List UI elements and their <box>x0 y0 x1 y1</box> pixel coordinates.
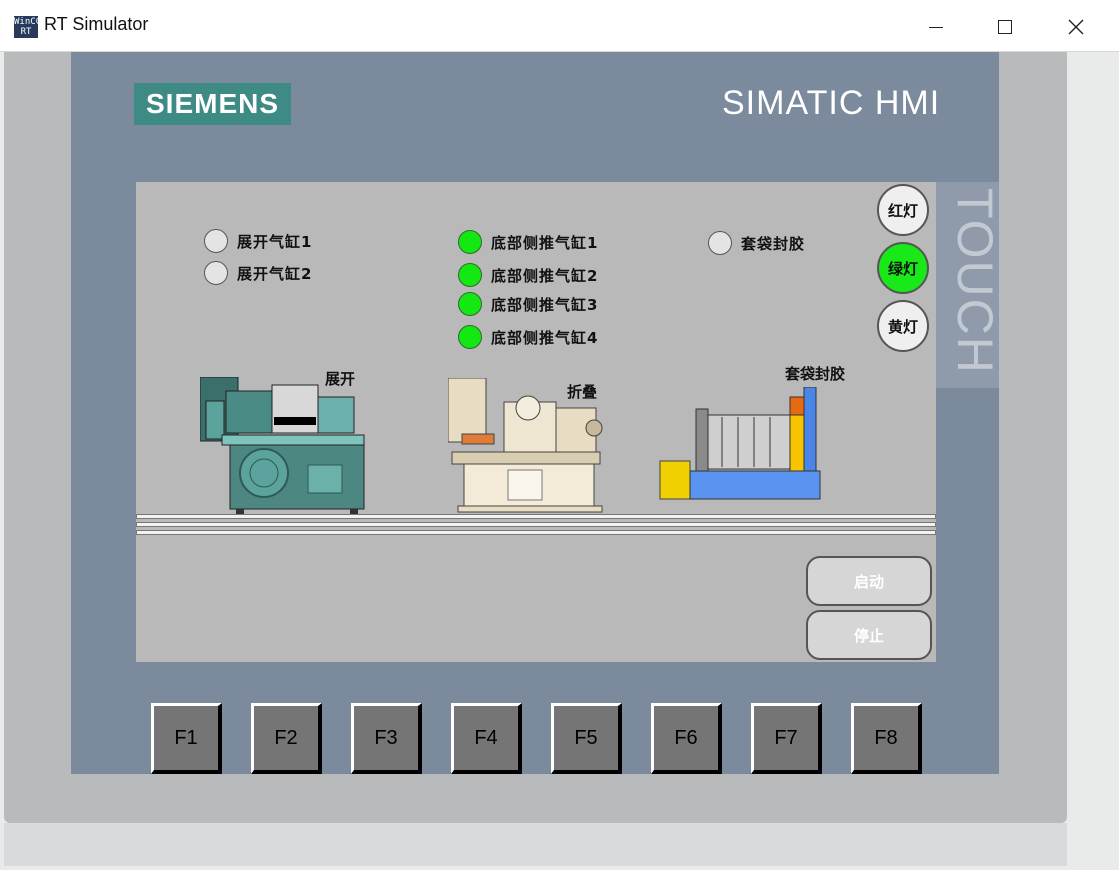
indicator-bottom-push-cylinder-2: 底部侧推气缸2 <box>458 263 598 287</box>
f7-key[interactable]: F7 <box>751 703 822 774</box>
status-lamp <box>458 325 482 349</box>
maximize-button[interactable] <box>985 12 1025 42</box>
conveyor-rail <box>136 522 936 527</box>
status-lamp <box>458 263 482 287</box>
indicator-label: 底部侧推气缸3 <box>491 295 599 314</box>
simatic-hmi-label: SIMATIC HMI <box>722 84 941 122</box>
indicator-bottom-push-cylinder-1: 底部侧推气缸1 <box>458 230 598 254</box>
minimize-icon <box>929 26 943 28</box>
indicator-bag-seal: 套袋封胶 <box>708 231 805 255</box>
bag-seal-machine-graphic <box>659 387 821 500</box>
status-lamp <box>204 229 228 253</box>
indicator-label: 套袋封胶 <box>741 234 806 253</box>
red-light-button[interactable]: 红灯 <box>877 184 929 236</box>
indicator-label: 底部侧推气缸2 <box>491 266 599 285</box>
f4-key[interactable]: F4 <box>451 703 522 774</box>
minimize-button[interactable] <box>916 12 956 42</box>
close-icon <box>1068 19 1084 35</box>
f2-key[interactable]: F2 <box>251 703 322 774</box>
status-lamp <box>458 292 482 316</box>
touch-label: TOUCH <box>947 188 999 375</box>
siemens-logo: SIEMENS <box>134 83 291 125</box>
fold-machine-graphic <box>448 378 603 513</box>
window-titlebar: WinCC RT RT Simulator <box>0 0 1119 52</box>
f3-key[interactable]: F3 <box>351 703 422 774</box>
wincc-app-icon: WinCC RT <box>14 16 42 38</box>
indicator-unfold-cylinder-1: 展开气缸1 <box>204 229 312 253</box>
status-lamp <box>458 230 482 254</box>
conveyor-rail <box>136 530 936 535</box>
device-base <box>4 823 1067 866</box>
green-light-button[interactable]: 绿灯 <box>877 242 929 294</box>
close-button[interactable] <box>1056 12 1096 42</box>
f6-key[interactable]: F6 <box>651 703 722 774</box>
yellow-light-button[interactable]: 黄灯 <box>877 300 929 352</box>
touch-label-strip: TOUCH <box>936 182 999 388</box>
indicator-unfold-cylinder-2: 展开气缸2 <box>204 261 312 285</box>
indicator-label: 展开气缸2 <box>237 264 313 283</box>
hmi-screen: 展开气缸1 展开气缸2 底部侧推气缸1 底部侧推气缸2 底部侧推气缸3 底部侧推… <box>136 182 936 662</box>
maximize-icon <box>998 20 1012 34</box>
window-title: RT Simulator <box>44 14 149 34</box>
indicator-bottom-push-cylinder-4: 底部侧推气缸4 <box>458 325 598 349</box>
bag-seal-machine-label: 套袋封胶 <box>785 365 846 383</box>
app-icon-text-2: RT <box>20 27 32 37</box>
f5-key[interactable]: F5 <box>551 703 622 774</box>
status-lamp <box>708 231 732 255</box>
indicator-label: 底部侧推气缸1 <box>491 233 599 252</box>
indicator-bottom-push-cylinder-3: 底部侧推气缸3 <box>458 292 598 316</box>
status-lamp <box>204 261 228 285</box>
stop-button[interactable]: 停止 <box>806 610 932 660</box>
f8-key[interactable]: F8 <box>851 703 922 774</box>
indicator-label: 底部侧推气缸4 <box>491 328 599 347</box>
start-button[interactable]: 启动 <box>806 556 932 606</box>
unfold-machine-graphic <box>200 377 365 515</box>
app-icon-text-1: WinCC <box>14 17 42 27</box>
f1-key[interactable]: F1 <box>151 703 222 774</box>
indicator-label: 展开气缸1 <box>237 232 313 251</box>
conveyor-rail <box>136 514 936 519</box>
